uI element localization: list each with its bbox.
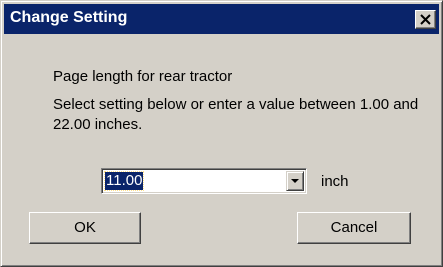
chevron-down-icon — [291, 179, 299, 183]
dropdown-button[interactable] — [286, 171, 304, 191]
window-title: Change Setting — [10, 9, 128, 26]
setting-name-label: Page length for rear tractor — [53, 68, 233, 85]
page-length-input[interactable]: 11.00 — [103, 171, 145, 191]
title-bar[interactable]: Change Setting — [4, 4, 439, 34]
unit-label: inch — [321, 173, 349, 190]
instruction-text: Select setting below or enter a value be… — [53, 96, 419, 133]
cancel-button[interactable]: Cancel — [297, 212, 411, 244]
close-button[interactable] — [415, 10, 436, 29]
page-length-combobox[interactable]: 11.00 — [101, 168, 307, 194]
change-setting-dialog: Change Setting Page length for rear trac… — [0, 0, 443, 267]
ok-button[interactable]: OK — [29, 212, 141, 244]
close-icon — [420, 14, 431, 25]
